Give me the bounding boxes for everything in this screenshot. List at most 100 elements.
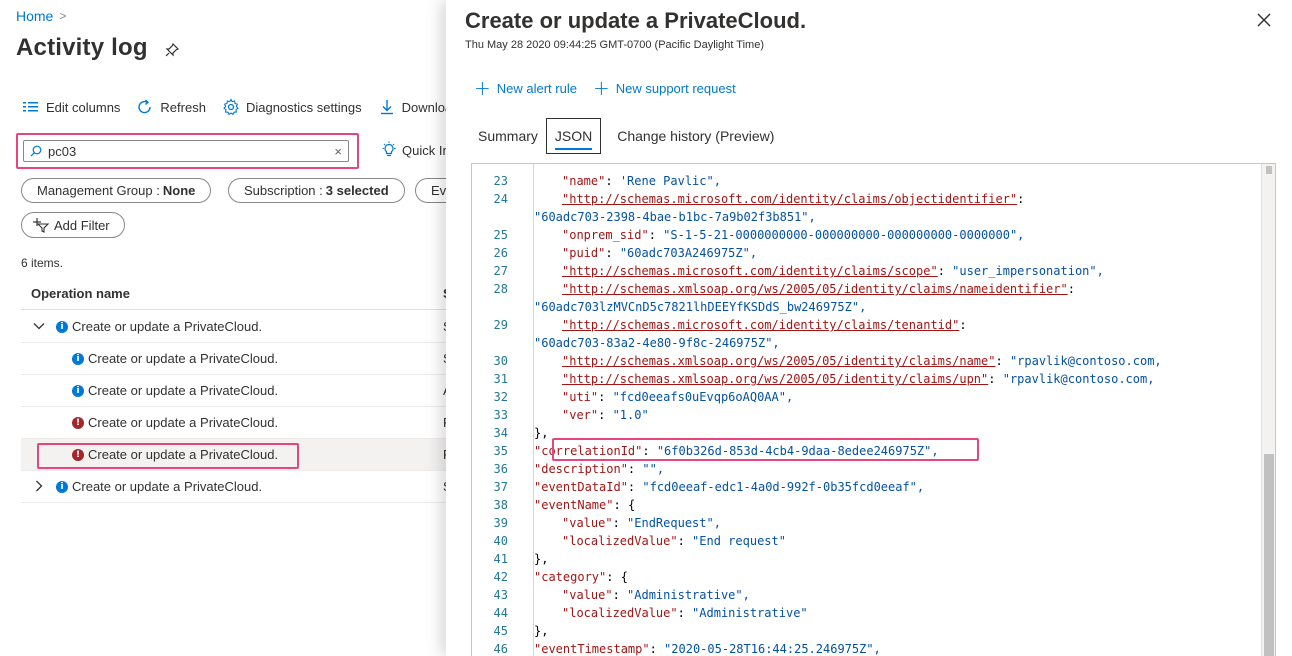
code-line: "http://schemas.xmlsoap.org/ws/2005/05/i… bbox=[562, 282, 1075, 296]
tab-change-history[interactable]: Change history (Preview) bbox=[609, 118, 782, 154]
chevron-right-icon[interactable] bbox=[33, 480, 45, 492]
table-row[interactable]: ! Create or update a PrivateCloud. F bbox=[21, 407, 446, 439]
breadcrumb-home-link[interactable]: Home bbox=[16, 8, 53, 24]
add-filter-button[interactable]: Add Filter bbox=[21, 212, 125, 238]
code-line: "http://schemas.microsoft.com/identity/c… bbox=[562, 318, 967, 332]
line-number: 45 bbox=[493, 624, 508, 638]
table-row[interactable]: i Create or update a PrivateCloud. S bbox=[21, 343, 446, 375]
line-number: 40 bbox=[493, 534, 508, 548]
plus-icon: + bbox=[592, 76, 610, 100]
code-line: "http://schemas.microsoft.com/identity/c… bbox=[562, 264, 1104, 278]
refresh-button[interactable]: Refresh bbox=[136, 98, 206, 116]
json-link[interactable]: "http://schemas.xmlsoap.org/ws/2005/05/i… bbox=[562, 372, 988, 386]
refresh-label: Refresh bbox=[160, 99, 206, 115]
download-button[interactable]: Downloa bbox=[378, 98, 446, 116]
line-number: 25 bbox=[493, 228, 508, 242]
code-line: "http://schemas.microsoft.com/identity/c… bbox=[562, 192, 1025, 206]
code-line: "value": "EndRequest", bbox=[562, 516, 721, 530]
plus-icon: + bbox=[474, 76, 491, 100]
close-icon[interactable] bbox=[1256, 12, 1272, 28]
code-line: "category": { bbox=[534, 570, 628, 584]
info-icon: i bbox=[72, 353, 84, 365]
line-number: 36 bbox=[493, 462, 508, 476]
json-key: "value" bbox=[562, 516, 613, 530]
management-group-filter[interactable]: Management Group : None bbox=[21, 178, 212, 203]
json-link[interactable]: "http://schemas.xmlsoap.org/ws/2005/05/i… bbox=[562, 282, 1068, 296]
scrollbar-thumb[interactable] bbox=[1264, 454, 1274, 656]
edit-columns-button[interactable]: Edit columns bbox=[22, 98, 120, 116]
json-key: "value" bbox=[562, 588, 613, 602]
code-line-wrapped: "60adc703lzMVCnD5c7821lhDEEYfKSDdS_bw246… bbox=[534, 298, 866, 316]
line-number: 28 bbox=[493, 282, 508, 296]
subscription-filter[interactable]: Subscription : 3 selected bbox=[228, 178, 405, 203]
panel-title: Create or update a PrivateCloud. bbox=[465, 8, 807, 33]
scrollbar-arrow-up[interactable] bbox=[1266, 166, 1272, 174]
new-support-request-button[interactable]: + New support request bbox=[592, 76, 736, 100]
json-value: "fcd0eeafs0uEvqp6oAQ0AA", bbox=[612, 390, 794, 404]
event-details-panel: Create or update a PrivateCloud. Thu May… bbox=[446, 0, 1292, 656]
lightbulb-icon bbox=[382, 141, 396, 157]
diagnostics-settings-button[interactable]: Diagnostics settings bbox=[222, 98, 362, 116]
new-alert-rule-button[interactable]: + New alert rule bbox=[474, 76, 577, 100]
line-number: 34 bbox=[493, 426, 508, 440]
json-value: "", bbox=[642, 462, 665, 476]
line-number: 27 bbox=[493, 264, 508, 278]
line-number: 26 bbox=[493, 246, 508, 260]
error-icon: ! bbox=[72, 449, 84, 461]
code-line: "http://schemas.xmlsoap.org/ws/2005/05/i… bbox=[562, 354, 1162, 368]
table-row-selected[interactable]: ! Create or update a PrivateCloud. F bbox=[21, 439, 446, 471]
json-key: "correlationId" bbox=[534, 444, 643, 458]
event-filter[interactable]: Ev bbox=[415, 178, 446, 203]
json-key: "localizedValue" bbox=[562, 534, 678, 548]
search-box: × bbox=[23, 140, 349, 162]
code-line: "value": "Administrative", bbox=[562, 588, 750, 602]
json-brace: { bbox=[620, 570, 628, 584]
vertical-scrollbar[interactable] bbox=[1261, 164, 1275, 656]
json-value: "60adc703A246975Z", bbox=[619, 246, 758, 260]
clear-search-icon[interactable]: × bbox=[334, 144, 342, 159]
info-icon: i bbox=[56, 321, 68, 333]
gear-icon bbox=[223, 98, 239, 116]
pin-icon[interactable] bbox=[164, 42, 180, 58]
code-line: "eventDataId": "fcd0eeaf-edc1-4a0d-992f-… bbox=[534, 480, 925, 494]
code-line: }, bbox=[534, 552, 549, 566]
table-row[interactable]: i Create or update a PrivateCloud. S bbox=[21, 311, 446, 343]
code-line: "localizedValue": "Administrative" bbox=[562, 606, 808, 620]
code-line: "localizedValue": "End request" bbox=[562, 534, 786, 548]
new-support-request-label: New support request bbox=[615, 80, 736, 96]
search-icon bbox=[30, 145, 42, 157]
line-number: 39 bbox=[493, 516, 508, 530]
panel-actions: + New alert rule + New support request bbox=[474, 76, 736, 100]
json-link[interactable]: "http://schemas.xmlsoap.org/ws/2005/05/i… bbox=[562, 354, 995, 368]
table-row[interactable]: i Create or update a PrivateCloud. A bbox=[21, 375, 446, 407]
new-alert-rule-label: New alert rule bbox=[496, 80, 577, 96]
line-number: 46 bbox=[493, 642, 508, 656]
table-row[interactable]: i Create or update a PrivateCloud. S bbox=[21, 471, 446, 503]
subscription-filter-label: Subscription : bbox=[244, 183, 323, 198]
json-value: "rpavlik@contoso.com, bbox=[1009, 354, 1162, 368]
line-number: 23 bbox=[493, 174, 508, 188]
search-input[interactable] bbox=[48, 143, 335, 159]
line-number: 41 bbox=[493, 552, 508, 566]
line-number: 30 bbox=[493, 354, 508, 368]
quick-insights-button[interactable]: Quick In bbox=[380, 141, 446, 159]
code-line: "eventTimestamp": "2020-05-28T16:44:25.2… bbox=[534, 642, 881, 656]
code-line: "uti": "fcd0eeafs0uEvqp6oAQ0AA", bbox=[562, 390, 794, 404]
code-line: "onprem_sid": "S-1-5-21-0000000000-00000… bbox=[562, 228, 1025, 242]
code-line-wrapped: "60adc703-2398-4bae-b1bc-7a9b02f3b851", bbox=[534, 208, 816, 226]
json-link[interactable]: "http://schemas.microsoft.com/identity/c… bbox=[562, 318, 959, 332]
refresh-icon bbox=[138, 99, 152, 114]
chevron-down-icon[interactable] bbox=[33, 320, 45, 332]
line-number: 31 bbox=[493, 372, 508, 386]
json-viewer[interactable]: 23 "name": 'Rene Pavlic", 24 "http://schem… bbox=[471, 163, 1276, 656]
line-number: 29 bbox=[493, 318, 508, 332]
json-key: "puid" bbox=[562, 246, 606, 260]
tab-json[interactable]: JSON bbox=[545, 118, 602, 154]
json-link[interactable]: "http://schemas.microsoft.com/identity/c… bbox=[562, 192, 1017, 206]
operation-name-column-header[interactable]: Operation name bbox=[31, 286, 130, 301]
json-key: "ver" bbox=[562, 408, 599, 422]
quick-insights-label: Quick In bbox=[402, 142, 446, 158]
json-value: "60adc703-2398-4bae-b1bc-7a9b02f3b851", bbox=[534, 210, 816, 224]
json-link[interactable]: "http://schemas.microsoft.com/identity/c… bbox=[562, 264, 938, 278]
tab-summary[interactable]: Summary bbox=[470, 118, 546, 154]
